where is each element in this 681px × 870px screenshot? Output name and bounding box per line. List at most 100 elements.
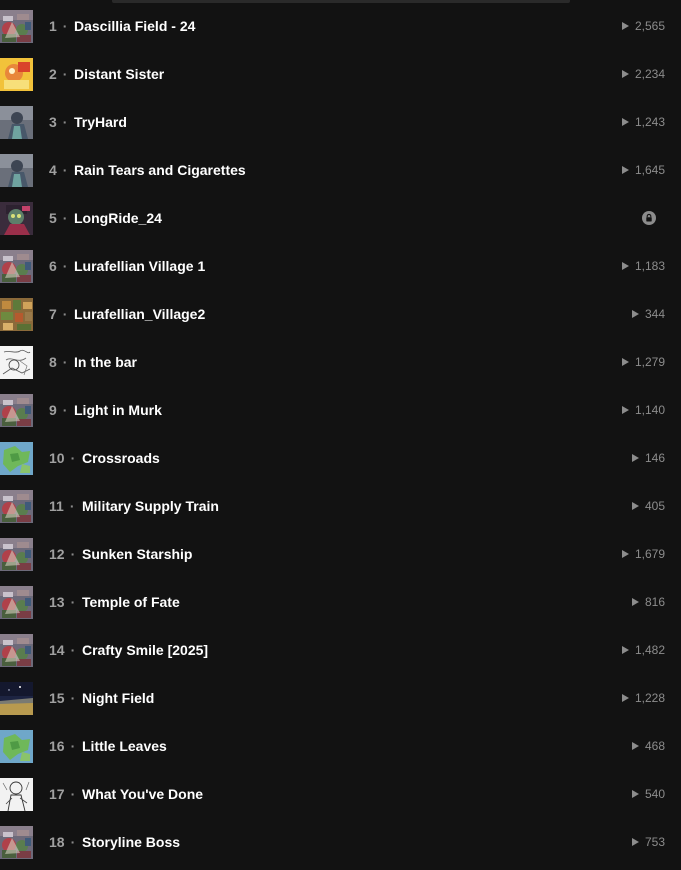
play-icon xyxy=(621,262,629,270)
play-icon xyxy=(631,454,639,462)
track-title[interactable]: Crossroads xyxy=(82,434,160,482)
track-row[interactable]: 3 · TryHard 1,243 xyxy=(0,98,681,146)
track-title[interactable]: Lurafellian Village 1 xyxy=(74,242,205,290)
track-artwork[interactable] xyxy=(0,826,33,859)
track-artwork[interactable] xyxy=(0,682,33,715)
lock-icon xyxy=(642,211,656,225)
play-count-value: 405 xyxy=(644,499,665,513)
play-icon xyxy=(621,166,629,174)
track-number: 14 · xyxy=(49,626,75,674)
track-artwork[interactable] xyxy=(0,10,33,43)
track-artwork[interactable] xyxy=(0,490,33,523)
track-artwork[interactable] xyxy=(0,250,33,283)
play-count: 1,183 xyxy=(621,242,665,290)
track-number-value: 8 xyxy=(49,354,57,370)
track-row[interactable]: 15 · Night Field 1,228 xyxy=(0,674,681,722)
track-row[interactable]: 16 · Little Leaves 468 xyxy=(0,722,681,770)
track-title[interactable]: Light in Murk xyxy=(74,386,162,434)
track-row[interactable]: 17 · What You've Done 540 xyxy=(0,770,681,818)
play-count-value: 1,228 xyxy=(634,691,665,705)
track-title[interactable]: Night Field xyxy=(82,674,154,722)
play-icon xyxy=(621,70,629,78)
track-number-value: 2 xyxy=(49,66,57,82)
track-row[interactable]: 11 · Military Supply Train 405 xyxy=(0,482,681,530)
play-count-value: 1,243 xyxy=(634,115,665,129)
track-row[interactable]: 9 · Light in Murk 1,140 xyxy=(0,386,681,434)
track-row[interactable]: 4 · Rain Tears and Cigarettes 1,645 xyxy=(0,146,681,194)
track-separator: · xyxy=(70,690,76,706)
track-row[interactable]: 2 · Distant Sister 2,234 xyxy=(0,50,681,98)
track-row[interactable]: 1 · Dascillia Field - 24 2,565 xyxy=(0,2,681,50)
track-title[interactable]: Dascillia Field - 24 xyxy=(74,2,195,50)
play-count: 344 xyxy=(631,290,665,338)
play-count: 540 xyxy=(631,770,665,818)
track-artwork[interactable] xyxy=(0,634,33,667)
track-artwork[interactable] xyxy=(0,202,33,235)
track-number: 16 · xyxy=(49,722,75,770)
track-artwork[interactable] xyxy=(0,106,33,139)
play-count: 1,679 xyxy=(621,530,665,578)
track-number: 17 · xyxy=(49,770,75,818)
track-artwork[interactable] xyxy=(0,730,33,763)
track-artwork[interactable] xyxy=(0,778,33,811)
track-title[interactable]: In the bar xyxy=(74,338,137,386)
track-title[interactable]: Crafty Smile [2025] xyxy=(82,626,208,674)
track-title[interactable]: What You've Done xyxy=(82,770,203,818)
track-number-value: 9 xyxy=(49,402,57,418)
track-title[interactable]: Temple of Fate xyxy=(82,578,180,626)
track-number-value: 7 xyxy=(49,306,57,322)
play-count: 753 xyxy=(631,818,665,866)
track-separator: · xyxy=(69,498,75,514)
track-separator: · xyxy=(70,786,76,802)
play-count: 2,565 xyxy=(621,2,665,50)
track-separator: · xyxy=(62,18,68,34)
track-row[interactable]: 14 · Crafty Smile [2025] 1,482 xyxy=(0,626,681,674)
track-row[interactable]: 12 · Sunken Starship 1,679 xyxy=(0,530,681,578)
track-number-value: 5 xyxy=(49,210,57,226)
track-title[interactable]: Distant Sister xyxy=(74,50,164,98)
track-artwork[interactable] xyxy=(0,58,33,91)
track-separator: · xyxy=(70,834,76,850)
play-count: 1,228 xyxy=(621,674,665,722)
track-title[interactable]: Sunken Starship xyxy=(82,530,192,578)
track-title[interactable]: Military Supply Train xyxy=(82,482,219,530)
play-count-value: 2,565 xyxy=(634,19,665,33)
play-count-value: 344 xyxy=(644,307,665,321)
track-artwork[interactable] xyxy=(0,346,33,379)
track-title[interactable]: Little Leaves xyxy=(82,722,167,770)
play-count-value: 468 xyxy=(644,739,665,753)
track-row[interactable]: 7 · Lurafellian_Village2 344 xyxy=(0,290,681,338)
track-title[interactable]: Rain Tears and Cigarettes xyxy=(74,146,246,194)
track-number: 18 · xyxy=(49,818,75,866)
track-artwork[interactable] xyxy=(0,298,33,331)
play-icon xyxy=(621,118,629,126)
track-artwork[interactable] xyxy=(0,394,33,427)
track-artwork[interactable] xyxy=(0,154,33,187)
play-count: 1,279 xyxy=(621,338,665,386)
track-artwork[interactable] xyxy=(0,442,33,475)
track-number-value: 18 xyxy=(49,834,65,850)
track-title[interactable]: Lurafellian_Village2 xyxy=(74,290,205,338)
play-count: 1,482 xyxy=(621,626,665,674)
track-number: 6 · xyxy=(49,242,67,290)
track-row[interactable]: 6 · Lurafellian Village 1 1,183 xyxy=(0,242,681,290)
track-number-value: 3 xyxy=(49,114,57,130)
track-number-value: 6 xyxy=(49,258,57,274)
play-icon xyxy=(621,406,629,414)
track-number-value: 14 xyxy=(49,642,65,658)
track-title[interactable]: LongRide_24 xyxy=(74,194,162,242)
track-row[interactable]: 18 · Storyline Boss 753 xyxy=(0,818,681,866)
play-count: 2,234 xyxy=(621,50,665,98)
track-artwork[interactable] xyxy=(0,538,33,571)
track-number: 11 · xyxy=(49,482,74,530)
track-separator: · xyxy=(62,66,68,82)
track-title[interactable]: TryHard xyxy=(74,98,127,146)
track-row[interactable]: 13 · Temple of Fate 816 xyxy=(0,578,681,626)
track-artwork[interactable] xyxy=(0,586,33,619)
track-number: 8 · xyxy=(49,338,67,386)
track-title[interactable]: Storyline Boss xyxy=(82,818,180,866)
play-icon xyxy=(631,502,639,510)
track-row[interactable]: 10 · Crossroads 146 xyxy=(0,434,681,482)
track-row[interactable]: 8 · In the bar 1,279 xyxy=(0,338,681,386)
track-row[interactable]: 5 · LongRide_24 xyxy=(0,194,681,242)
